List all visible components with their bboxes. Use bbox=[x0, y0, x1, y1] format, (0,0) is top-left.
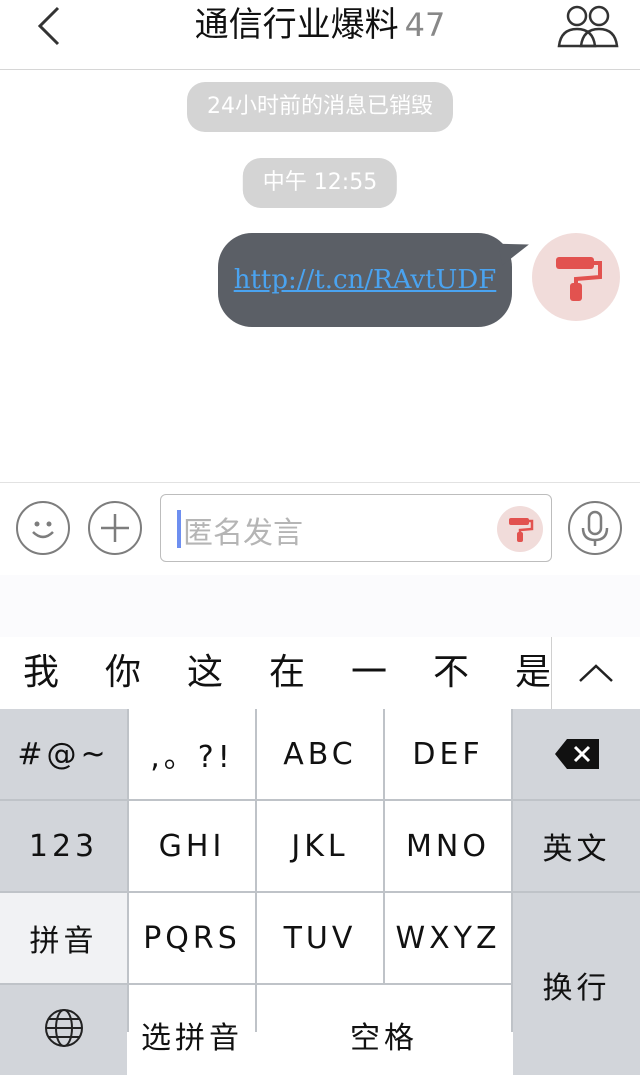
message-bubble[interactable]: http://t.cn/RAvtUDF bbox=[218, 233, 532, 327]
bubble-tail bbox=[498, 238, 532, 266]
key-pinyin[interactable]: 拼音 bbox=[0, 893, 127, 983]
key-def[interactable]: DEF bbox=[385, 709, 511, 799]
key-punct[interactable]: ,。?! bbox=[129, 709, 255, 799]
key-select-pinyin[interactable]: 选拼音 bbox=[129, 985, 255, 1075]
message-timestamp: 中午 12:55 bbox=[242, 158, 398, 208]
group-name: 通信行业爆料 bbox=[194, 5, 399, 45]
candidate-item[interactable]: 我 bbox=[16, 637, 66, 709]
candidate-item[interactable]: 在 bbox=[262, 637, 312, 709]
keyboard: #@~ ,。?! ABC DEF 123 GHI JKL MNO 英文 拼音 P… bbox=[0, 709, 640, 1075]
message-link[interactable]: http://t.cn/RAvtUDF bbox=[234, 265, 497, 295]
key-ghi[interactable]: GHI bbox=[129, 801, 255, 891]
plus-icon bbox=[101, 514, 129, 542]
candidate-item[interactable]: 这 bbox=[180, 637, 230, 709]
key-tuv[interactable]: TUV bbox=[257, 893, 383, 983]
key-wxyz[interactable]: WXYZ bbox=[385, 893, 511, 983]
input-bar: 匿名发言 bbox=[0, 482, 640, 576]
system-notice: 24小时前的消息已销毁 bbox=[187, 82, 453, 132]
key-globe[interactable] bbox=[0, 985, 127, 1075]
add-button[interactable] bbox=[88, 501, 142, 555]
key-enter[interactable]: 换行 bbox=[513, 893, 640, 1075]
nav-bar: 通信行业爆料 47 bbox=[0, 0, 640, 70]
chevron-up-icon bbox=[579, 664, 613, 682]
voice-button[interactable] bbox=[568, 501, 622, 555]
paint-roller-icon bbox=[509, 518, 534, 542]
globe-icon bbox=[44, 1009, 83, 1047]
key-abc[interactable]: ABC bbox=[257, 709, 383, 799]
chat-area[interactable]: 24小时前的消息已销毁 中午 12:55 http://t.cn/RAvtUDF bbox=[0, 70, 640, 482]
key-numbers[interactable]: 123 bbox=[0, 801, 127, 891]
key-space[interactable]: 空格 bbox=[257, 985, 511, 1075]
backspace-icon bbox=[554, 739, 599, 769]
key-backspace[interactable] bbox=[513, 709, 640, 799]
microphone-icon bbox=[581, 510, 609, 546]
key-pqrs[interactable]: PQRS bbox=[129, 893, 255, 983]
message-input[interactable]: 匿名发言 bbox=[160, 494, 552, 562]
keyboard-accessory-strip bbox=[0, 575, 640, 638]
group-members-icon[interactable] bbox=[556, 2, 620, 50]
candidate-item[interactable]: 你 bbox=[98, 637, 148, 709]
key-jkl[interactable]: JKL bbox=[257, 801, 383, 891]
text-caret bbox=[177, 510, 181, 548]
candidate-item[interactable]: 不 bbox=[426, 637, 476, 709]
expand-candidates-button[interactable] bbox=[551, 637, 640, 709]
chat-title: 通信行业爆料 47 bbox=[0, 0, 640, 50]
paint-roller-icon bbox=[556, 257, 602, 301]
key-symbols[interactable]: #@~ bbox=[0, 709, 127, 799]
emoji-button[interactable] bbox=[16, 501, 70, 555]
key-mno[interactable]: MNO bbox=[385, 801, 511, 891]
key-english[interactable]: 英文 bbox=[513, 801, 640, 891]
member-count: 47 bbox=[404, 6, 446, 44]
smiley-icon bbox=[32, 521, 54, 539]
candidate-bar: 我 你 这 在 一 不 是 bbox=[0, 637, 640, 709]
input-placeholder: 匿名发言 bbox=[183, 516, 303, 551]
anonymous-identity-button[interactable] bbox=[497, 506, 543, 552]
sender-avatar[interactable] bbox=[532, 233, 620, 321]
candidate-item[interactable]: 一 bbox=[344, 637, 394, 709]
